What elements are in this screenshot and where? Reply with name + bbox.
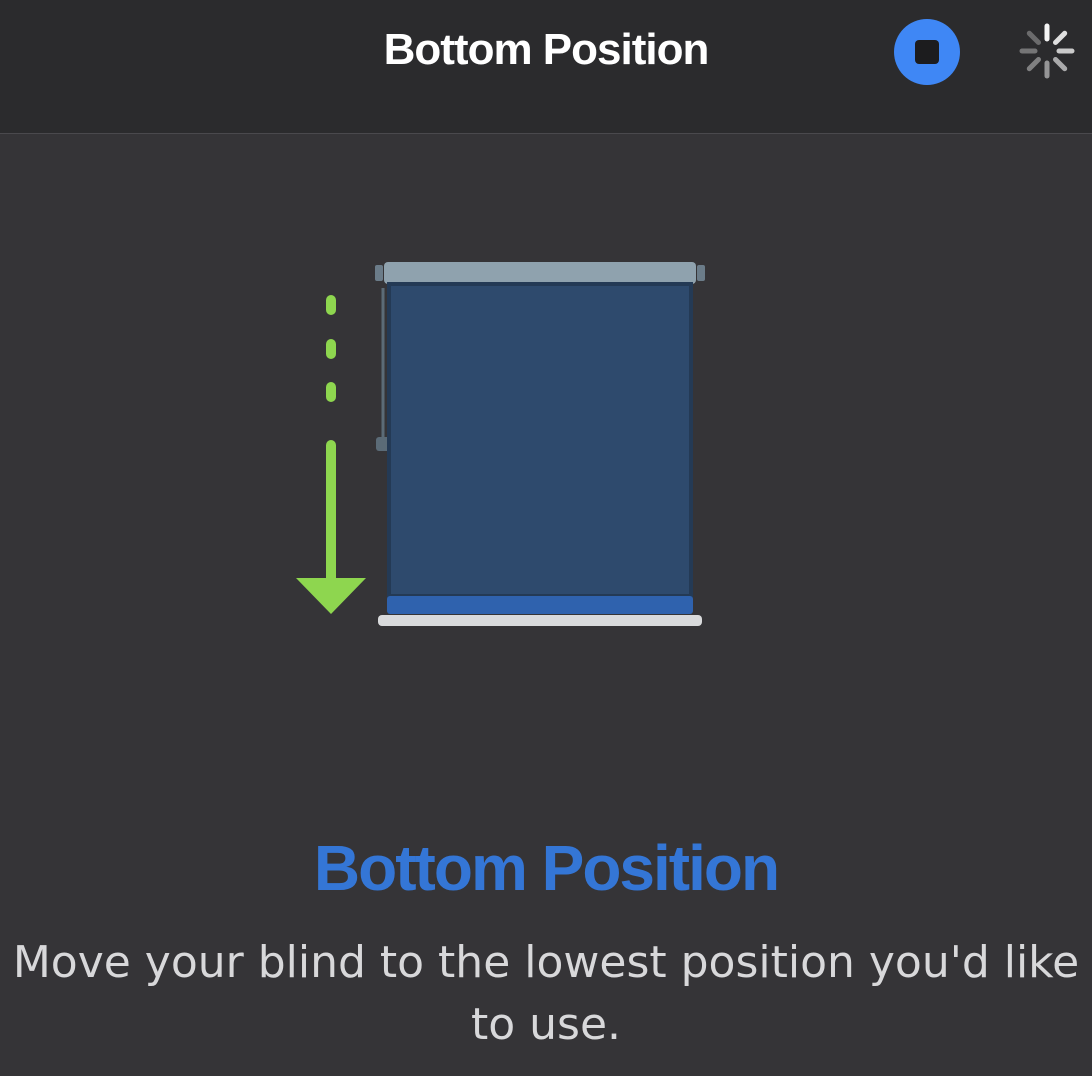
blind-illustration — [296, 262, 705, 626]
down-arrow-icon — [296, 295, 366, 614]
stop-icon — [915, 40, 939, 64]
step-title: Bottom Position — [313, 832, 780, 904]
navigation-header: Bottom Position — [0, 0, 1092, 134]
step-description: Move your blind to the lowest position y… — [12, 937, 1080, 1050]
spinner-icon — [1019, 23, 1075, 79]
stop-button[interactable] — [894, 19, 960, 85]
